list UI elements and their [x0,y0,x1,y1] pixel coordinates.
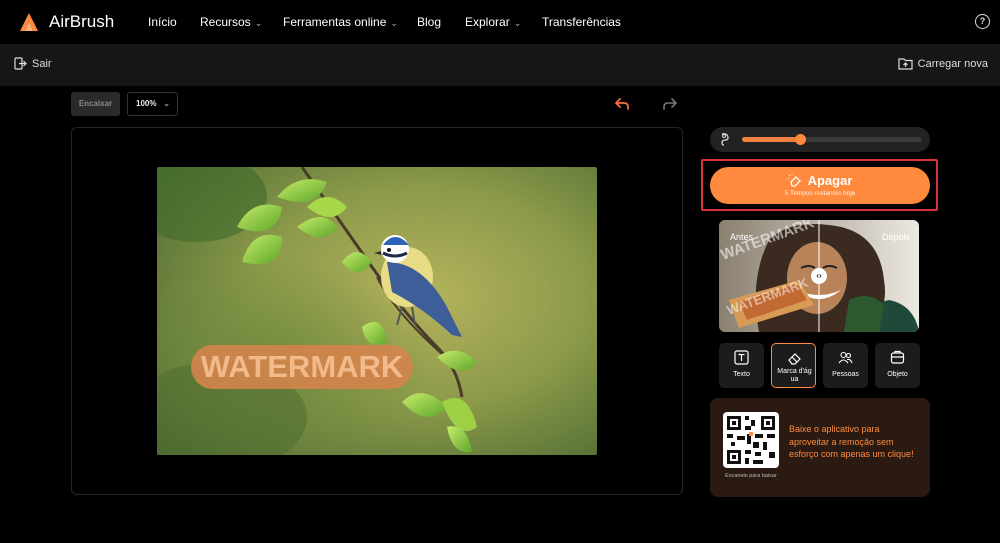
people-icon [838,351,853,364]
erase-remaining: 5 Tempos restantes hoje [784,190,856,197]
qr-code-image [727,416,775,464]
upload-new-label: Carregar nova [917,57,988,70]
tool-people[interactable]: Pessoas [823,343,868,388]
magic-eraser-icon [787,173,801,187]
tool-label: Marca d'ág ua [777,368,812,383]
chevron-down-icon: ⌄ [390,18,398,28]
compare-divider-handle[interactable]: ‹› [811,268,827,284]
brush-size-slider[interactable] [710,127,930,152]
editor-subbar: Sair Carregar nova [0,44,1000,86]
watermark-text: WATERMARK [201,349,404,384]
nav-item-recursos[interactable]: Recursos ⌄ [200,15,262,29]
tool-watermark[interactable]: Marca d'ág ua [771,343,816,388]
object-icon [890,350,905,364]
after-label: Depois [881,232,910,242]
brand-name[interactable]: AirBrush [49,12,114,32]
tool-text[interactable]: Texto [719,343,764,388]
exit-label: Sair [32,57,52,70]
fit-button[interactable]: Encaixar [71,92,120,116]
erase-label: Apagar [807,173,853,188]
eraser-icon [788,353,801,365]
nav-item-label: Ferramentas online [283,15,387,29]
bird-photo-image: WATERMARK [157,167,597,455]
chevron-down-icon: ⌄ [254,18,263,28]
chevron-down-icon: ⌄ [513,18,522,28]
nav-item-label: Explorar [465,15,510,29]
brush-size-icon [721,133,729,146]
nav-item-inicio[interactable]: Início [148,15,177,29]
folder-upload-icon [898,58,913,70]
removal-tools: Texto Marca d'ág ua Pessoas Objeto [719,343,921,388]
qr-code[interactable] [723,412,779,468]
erase-button[interactable]: Apagar 5 Tempos restantes hoje [710,167,930,204]
text-icon [734,350,749,365]
slider-thumb[interactable] [794,134,806,145]
airbrush-logo-icon[interactable] [18,11,40,33]
nav-item-label: Recursos [200,15,251,29]
redo-icon[interactable] [662,96,678,112]
nav-item-transferencias[interactable]: Transferências [542,15,621,29]
tool-object[interactable]: Objeto [875,343,920,388]
uploaded-photo[interactable]: WATERMARK [157,167,597,455]
tool-label: Pessoas [832,371,859,378]
slider-track[interactable] [742,134,922,145]
qr-caption: Escanele para baixar [725,473,777,479]
undo-icon[interactable] [614,96,630,112]
nav-item-ferramentas-online[interactable]: Ferramentas online ⌄ [283,15,398,29]
erase-button-content: Apagar [710,173,930,188]
tool-label: Objeto [887,371,908,378]
chevron-down-icon: ⌄ [163,99,170,108]
zoom-select[interactable]: 100% ⌄ [127,92,178,116]
upload-new-button[interactable]: Carregar nova [898,57,988,70]
before-label: Antes [730,232,754,242]
promo-text: Baixe o aplicativo para aproveitar a rem… [789,424,914,459]
help-icon[interactable]: ? [975,14,990,29]
zoom-value: 100% [136,99,157,108]
nav-item-label: Blog [417,15,442,29]
nav-item-blog[interactable]: Blog [417,15,441,29]
exit-icon [14,57,27,70]
top-navigation: AirBrush Início Recursos ⌄ Ferramentas on… [0,0,1000,44]
before-after-preview[interactable]: WATERMARK WATERMARK Antes Depois ‹› [719,220,919,332]
nav-item-label: Transferências [542,15,621,29]
app-download-promo: Escanele para baixar Baixe o aplicativo … [710,398,930,497]
tool-label: Texto [733,371,750,378]
nav-item-label: Início [148,15,177,29]
slider-fill [742,137,800,142]
nav-item-explorar[interactable]: Explorar ⌄ [465,15,521,29]
exit-button[interactable]: Sair [14,57,52,70]
